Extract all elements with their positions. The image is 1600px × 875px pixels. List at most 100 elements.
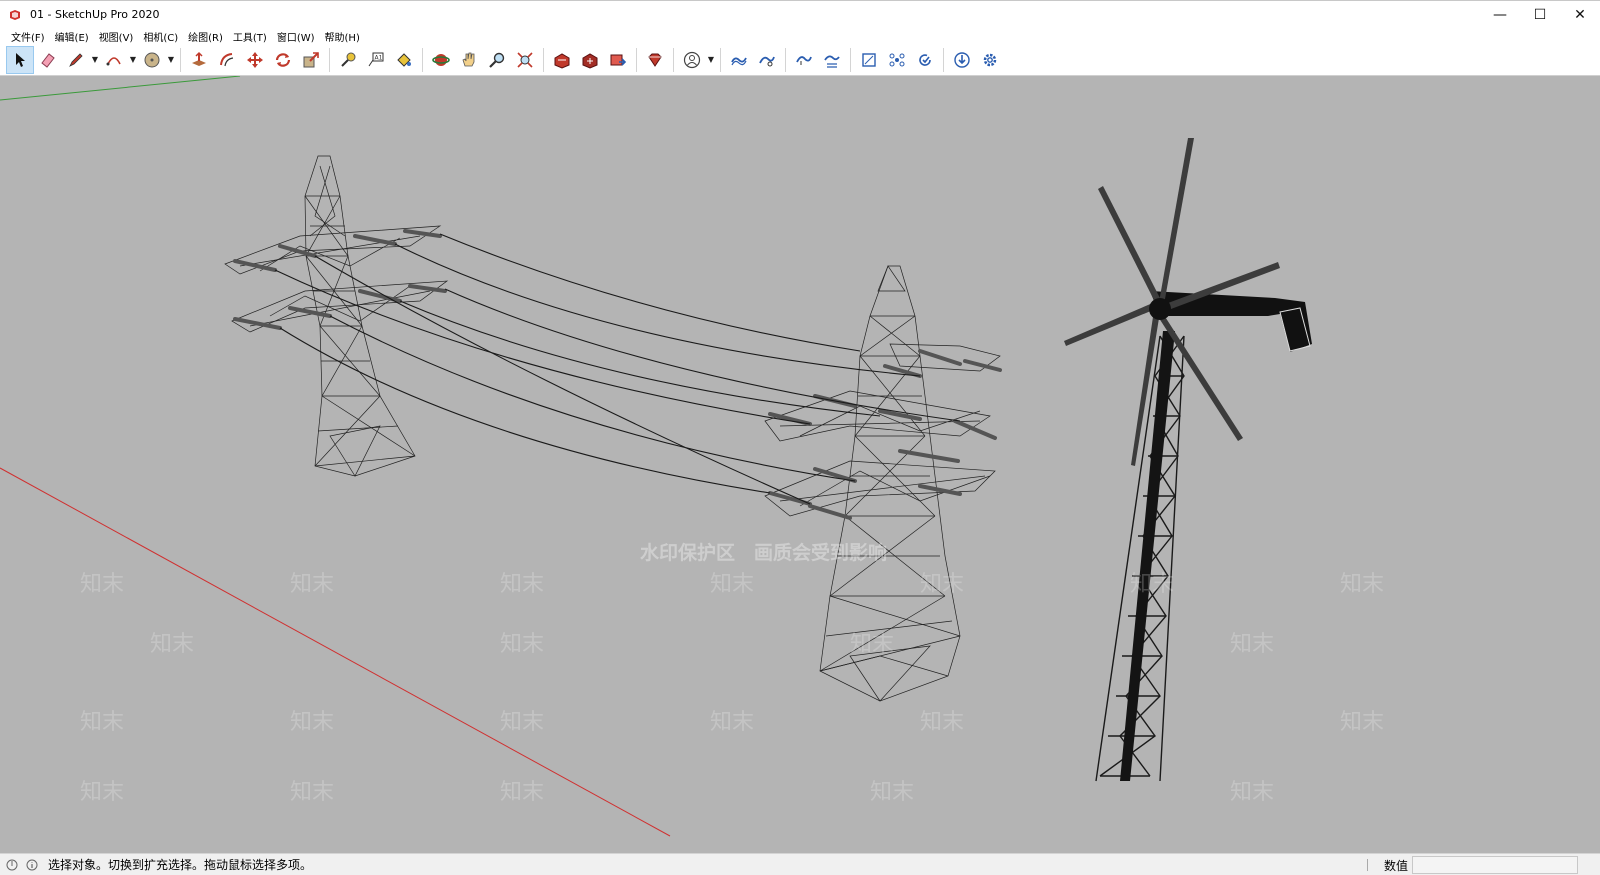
window-controls: — ☐ ✕ [1480, 1, 1600, 29]
share-model-icon [582, 52, 598, 69]
svg-text:A1: A1 [375, 54, 383, 61]
rotate-tool-button[interactable] [269, 46, 297, 74]
stamp-icon [824, 55, 840, 68]
magnifier-icon [489, 52, 505, 68]
watermark-tile: 知末 [500, 572, 545, 597]
watermark-tile: 知末 [150, 632, 195, 657]
push-pull-tool-button[interactable] [185, 46, 213, 74]
wind-turbine[interactable] [1064, 138, 1312, 782]
minimize-button[interactable]: — [1480, 1, 1520, 29]
watermark-tile: 知末 [290, 572, 335, 597]
extension-warehouse-button[interactable] [641, 46, 669, 74]
menu-camera[interactable]: 相机(C) [138, 29, 183, 44]
toolbar-separator [543, 47, 544, 72]
menu-tools[interactable]: 工具(T) [228, 29, 272, 44]
send-to-layout-button[interactable] [604, 46, 632, 74]
model-viewport[interactable]: 水印保护区 画质会受到影响 知末 知末 知末 知末 知末 知末 知末 知末 知末… [0, 76, 1600, 853]
measurements-input[interactable] [1412, 856, 1578, 874]
menu-draw[interactable]: 绘图(R) [183, 29, 228, 44]
arc-tool-button[interactable] [100, 46, 128, 74]
menu-file[interactable]: 文件(F) [6, 29, 50, 44]
watermark-tile: 知末 [850, 632, 895, 657]
toolbar-separator [422, 47, 423, 72]
menu-bar: 文件(F) 编辑(E) 视图(V) 相机(C) 绘图(R) 工具(T) 窗口(W… [0, 28, 1600, 44]
turbine-lattice-tower [1095, 335, 1185, 782]
left-transmission-tower[interactable] [224, 155, 449, 477]
warehouse-button[interactable] [548, 46, 576, 74]
add-detail-button[interactable] [883, 46, 911, 74]
close-button[interactable]: ✕ [1560, 1, 1600, 29]
scale-icon [303, 51, 319, 67]
orbit-tool-button[interactable] [427, 46, 455, 74]
zoom-extents-button[interactable] [511, 46, 539, 74]
right-tower-insulators [768, 349, 1002, 520]
offset-tool-button[interactable] [213, 46, 241, 74]
main-toolbar: ▼ ▼ ▼ A1 ▼ [0, 44, 1600, 76]
status-message: 选择对象。切换到扩充选择。拖动鼠标选择多项。 [48, 858, 313, 872]
line-tool-button[interactable] [62, 46, 90, 74]
menu-window[interactable]: 窗口(W) [272, 29, 320, 44]
text-tool-button[interactable]: A1 [362, 46, 390, 74]
status-bar: 选择对象。切换到扩充选择。拖动鼠标选择多项。 数值 [0, 853, 1600, 875]
arc-tool-dropdown[interactable]: ▼ [128, 46, 138, 74]
scale-tool-button[interactable] [297, 46, 325, 74]
sandbox-contours-icon [731, 57, 747, 65]
pan-tool-button[interactable] [455, 46, 483, 74]
sandbox-from-contours-button[interactable] [725, 46, 753, 74]
watermark-tile: 知末 [1340, 710, 1385, 735]
watermark-tile: 知末 [80, 572, 125, 597]
zoom-tool-button[interactable] [483, 46, 511, 74]
line-tool-dropdown[interactable]: ▼ [90, 46, 100, 74]
eraser-icon [41, 52, 55, 68]
select-tool-button[interactable] [6, 45, 34, 74]
info-icon[interactable] [24, 857, 40, 873]
account-dropdown[interactable]: ▼ [706, 46, 716, 74]
measurements-label: 数值 [1383, 859, 1408, 873]
text-label-icon: A1 [368, 52, 384, 66]
warehouse-icon [554, 52, 570, 69]
settings-button[interactable] [976, 46, 1004, 74]
paint-bucket-tool-button[interactable] [390, 46, 418, 74]
drape-icon [862, 52, 876, 67]
push-pull-icon [192, 51, 206, 66]
move-tool-button[interactable] [241, 46, 269, 74]
watermark-tile: 知末 [80, 710, 125, 735]
share-model-button[interactable] [576, 46, 604, 74]
turbine-hub [1149, 298, 1171, 320]
watermark-tile: 知末 [710, 710, 755, 735]
account-button[interactable] [678, 46, 706, 74]
toolbar-separator [720, 47, 721, 72]
smoove-button[interactable] [790, 46, 818, 74]
zoom-extents-icon [517, 51, 533, 68]
sandbox-from-scratch-button[interactable] [753, 46, 781, 74]
circle-shape-icon [144, 52, 160, 67]
title-bar: 01 - SketchUp Pro 2020 — ☐ ✕ [0, 0, 1600, 28]
watermark-tile: 知末 [500, 632, 545, 657]
sketchup-logo-icon [8, 8, 22, 22]
watermark-tile: 知末 [870, 780, 915, 805]
download-button[interactable] [948, 46, 976, 74]
drape-button[interactable] [855, 46, 883, 74]
stamp-button[interactable] [818, 46, 846, 74]
watermark-tile: 知末 [1130, 572, 1175, 597]
menu-edit[interactable]: 编辑(E) [50, 29, 94, 44]
watermark-tile: 知末 [920, 710, 965, 735]
download-icon [954, 51, 970, 68]
rotate-icon [275, 52, 291, 67]
tape-measure-tool-button[interactable] [334, 46, 362, 74]
toolbar-separator [636, 47, 637, 72]
left-tower-insulators [233, 229, 447, 330]
menu-help[interactable]: 帮助(H) [320, 29, 365, 44]
scene-drawing [0, 76, 1312, 837]
shape-tool-button[interactable] [138, 46, 166, 74]
shape-tool-dropdown[interactable]: ▼ [166, 46, 176, 74]
eraser-tool-button[interactable] [34, 46, 62, 74]
maximize-button[interactable]: ☐ [1520, 1, 1560, 29]
power-lines [274, 233, 961, 505]
geo-location-icon[interactable] [4, 857, 20, 873]
user-account-icon [683, 51, 701, 68]
add-detail-icon [889, 53, 905, 66]
watermark-tile: 知末 [1340, 572, 1385, 597]
menu-view[interactable]: 视图(V) [94, 29, 139, 44]
flip-edge-button[interactable] [911, 46, 939, 74]
